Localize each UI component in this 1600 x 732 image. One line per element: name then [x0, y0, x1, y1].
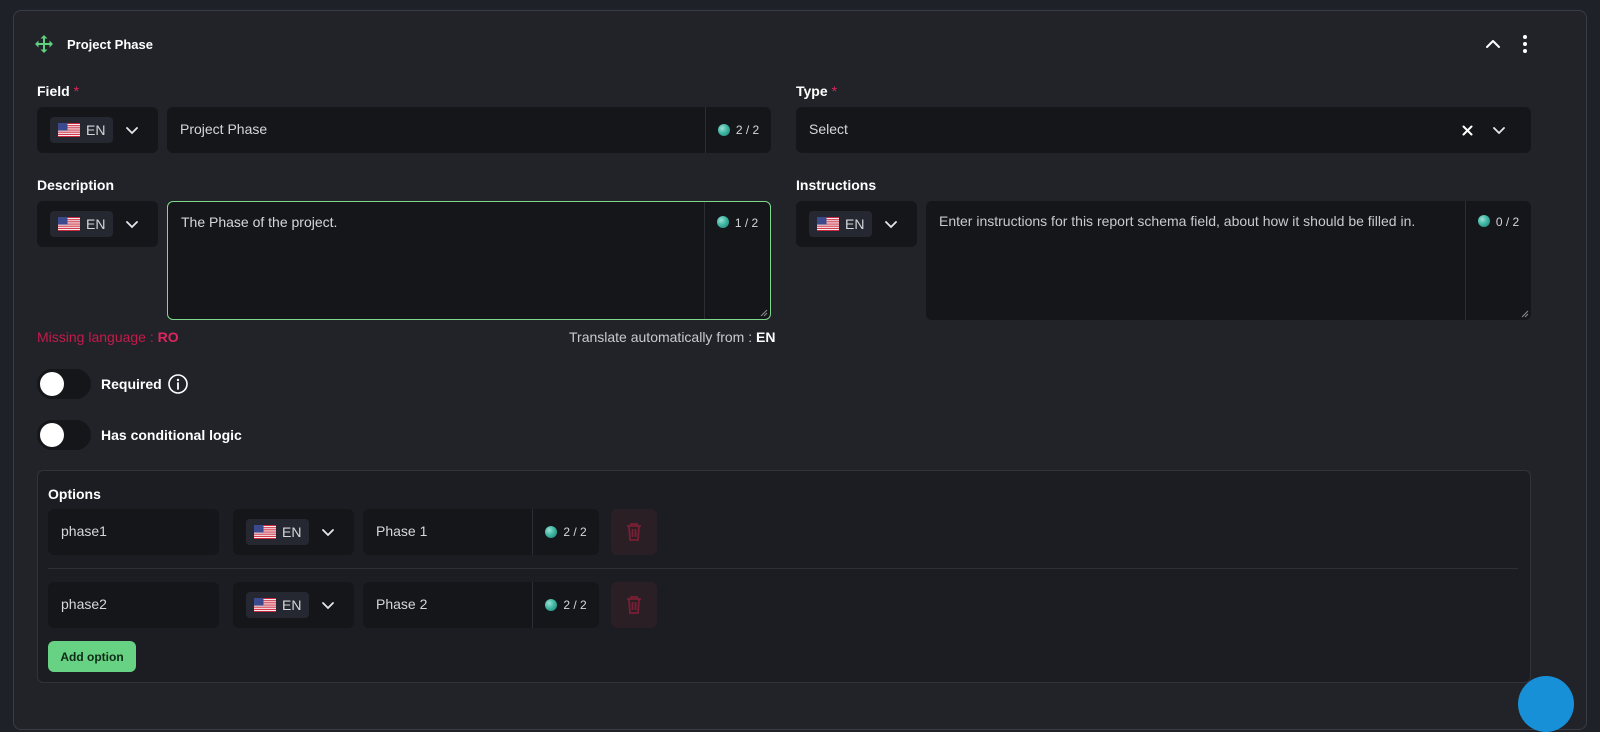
- chevron-down-icon: [322, 602, 335, 610]
- option-key-input[interactable]: phase2: [48, 582, 219, 628]
- option-language-select[interactable]: EN: [233, 582, 354, 628]
- field-label: Field *: [37, 83, 79, 99]
- option-language-select[interactable]: EN: [233, 509, 354, 555]
- description-label: Description: [37, 177, 115, 193]
- chevron-down-icon: [126, 127, 139, 135]
- options-title: Options: [48, 486, 101, 502]
- option-label-value: Phase 2: [376, 596, 428, 612]
- globe-icon: [717, 124, 730, 136]
- translation-count-text: 1 / 2: [734, 216, 759, 230]
- resize-handle-icon[interactable]: [760, 309, 768, 317]
- missing-language-text: Missing language :: [37, 329, 158, 345]
- info-icon[interactable]: [167, 373, 189, 395]
- globe-icon: [545, 599, 558, 611]
- instructions-textarea[interactable]: Enter instructions for this report schem…: [926, 201, 1531, 320]
- translation-count: 2 / 2: [532, 509, 599, 555]
- us-flag-icon: [58, 123, 80, 137]
- conditional-logic-label: Has conditional logic: [101, 427, 242, 443]
- type-label-text: Type: [796, 83, 828, 99]
- translation-count: 2 / 2: [705, 107, 771, 153]
- language-code: EN: [282, 597, 302, 613]
- add-option-button[interactable]: Add option: [48, 641, 136, 672]
- language-code: EN: [282, 524, 302, 540]
- translation-count-text: 2 / 2: [563, 525, 587, 539]
- translate-automatically-link[interactable]: Translate automatically from : EN: [569, 329, 775, 345]
- instructions-label: Instructions: [796, 177, 877, 193]
- chevron-up-icon[interactable]: [1482, 33, 1504, 55]
- us-flag-icon: [254, 598, 276, 612]
- floating-action-button[interactable]: [1518, 676, 1574, 732]
- option-label-input[interactable]: Phase 1 2 / 2: [363, 509, 599, 555]
- translation-count-text: 0 / 2: [1495, 215, 1520, 229]
- instructions-placeholder: Enter instructions for this report schem…: [939, 213, 1416, 229]
- toggle-knob: [40, 423, 64, 447]
- us-flag-icon: [817, 217, 839, 231]
- required-mark: *: [73, 83, 80, 99]
- us-flag-icon: [58, 217, 80, 231]
- required-toggle[interactable]: [37, 369, 91, 399]
- language-chip: EN: [246, 592, 310, 618]
- language-code: EN: [86, 122, 106, 138]
- translation-count: 1 / 2: [704, 202, 770, 319]
- translate-source-lang: EN: [756, 329, 776, 345]
- trash-icon: [627, 596, 641, 614]
- toggle-knob: [40, 372, 64, 396]
- option-divider: [48, 568, 1518, 569]
- language-chip: EN: [809, 211, 873, 237]
- card-header: Project Phase: [14, 11, 1586, 79]
- delete-option-button[interactable]: [611, 582, 657, 628]
- missing-language-warning: Missing language : RO: [37, 329, 179, 345]
- kebab-menu-icon[interactable]: [1514, 33, 1536, 55]
- type-value: Select: [809, 121, 848, 137]
- required-label: Required: [101, 376, 162, 392]
- required-mark: *: [831, 83, 838, 99]
- chevron-down-icon: [126, 221, 139, 229]
- translation-count-text: 2 / 2: [563, 598, 587, 612]
- language-chip: EN: [50, 211, 114, 237]
- type-label: Type *: [796, 83, 837, 99]
- option-key-value: phase1: [61, 523, 107, 539]
- chevron-down-icon[interactable]: [1492, 123, 1506, 137]
- description-value: The Phase of the project.: [181, 214, 338, 230]
- card-title: Project Phase: [67, 37, 153, 52]
- globe-icon: [716, 216, 729, 228]
- option-label-value: Phase 1: [376, 523, 428, 539]
- instructions-language-select[interactable]: EN: [796, 201, 917, 247]
- resize-handle-icon[interactable]: [1521, 310, 1529, 318]
- translate-text: Translate automatically from :: [569, 329, 756, 345]
- description-textarea[interactable]: The Phase of the project. 1 / 2: [167, 201, 771, 320]
- us-flag-icon: [254, 525, 276, 539]
- language-chip: EN: [246, 519, 310, 545]
- delete-option-button[interactable]: [611, 509, 657, 555]
- translation-count: 2 / 2: [532, 582, 599, 628]
- conditional-logic-toggle[interactable]: [37, 420, 91, 450]
- language-code: EN: [86, 216, 106, 232]
- chevron-down-icon: [322, 529, 335, 537]
- field-language-select[interactable]: EN: [37, 107, 158, 153]
- translation-count: 0 / 2: [1465, 201, 1531, 320]
- language-code: EN: [845, 216, 865, 232]
- option-key-input[interactable]: phase1: [48, 509, 219, 555]
- field-card: Project Phase Field * EN Project Phase 2 …: [13, 10, 1587, 730]
- option-key-value: phase2: [61, 596, 107, 612]
- field-name-input[interactable]: Project Phase 2 / 2: [167, 107, 771, 153]
- globe-icon: [545, 526, 558, 538]
- options-panel: Options phase1 EN Phase 1 2 / 2 phase2 E…: [37, 470, 1531, 683]
- description-language-select[interactable]: EN: [37, 201, 158, 247]
- field-name-value: Project Phase: [180, 121, 268, 137]
- trash-icon: [627, 523, 641, 541]
- language-chip: EN: [50, 117, 114, 143]
- type-select[interactable]: Select: [796, 107, 1531, 153]
- globe-icon: [1477, 215, 1490, 227]
- option-label-input[interactable]: Phase 2 2 / 2: [363, 582, 599, 628]
- chevron-down-icon: [885, 221, 898, 229]
- field-label-text: Field: [37, 83, 70, 99]
- close-icon[interactable]: [1462, 125, 1473, 136]
- move-arrows-icon[interactable]: [34, 34, 54, 54]
- translation-count-text: 2 / 2: [735, 123, 760, 137]
- missing-language-code: RO: [157, 329, 179, 345]
